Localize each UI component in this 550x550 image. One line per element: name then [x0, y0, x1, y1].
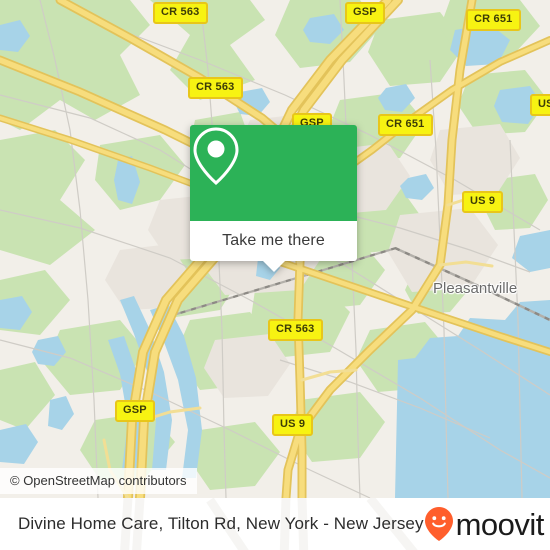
popup-pointer: [262, 261, 285, 272]
bottom-bar-inner: Divine Home Care, Tilton Rd, New York - …: [0, 498, 550, 550]
map-canvas[interactable]: Pleasantville CR 563 GSP CR 651 CR 563 G…: [0, 0, 550, 498]
screenshot-root: Pleasantville CR 563 GSP CR 651 CR 563 G…: [0, 0, 550, 550]
bottom-title-bar: Divine Home Care, Tilton Rd, New York - …: [0, 498, 550, 550]
page-title: Divine Home Care, Tilton Rd, New York - …: [18, 514, 424, 533]
moovit-pin-smiley-icon: [424, 507, 453, 541]
moovit-wordmark: moovit: [455, 506, 545, 542]
popup-cta-area[interactable]: Take me there: [190, 221, 357, 272]
map-pin-icon: [193, 127, 239, 186]
road-shield[interactable]: US 9: [530, 94, 550, 116]
city-label-pleasantville: Pleasantville: [433, 280, 518, 297]
road-shield[interactable]: CR 651: [378, 114, 433, 136]
road-shield[interactable]: GSP: [345, 2, 385, 24]
road-shield[interactable]: US 9: [462, 191, 504, 213]
road-shield[interactable]: CR 563: [188, 77, 243, 99]
road-shield[interactable]: CR 563: [268, 319, 323, 341]
take-me-there-label: Take me there: [222, 232, 325, 249]
road-shield[interactable]: US 9: [272, 414, 314, 436]
road-shield[interactable]: CR 651: [466, 9, 521, 31]
map-attribution[interactable]: © OpenStreetMap contributors: [0, 468, 197, 494]
moovit-logo[interactable]: moovit: [424, 506, 544, 542]
road-shield[interactable]: CR 563: [153, 2, 208, 24]
location-popup-card[interactable]: Take me there: [190, 125, 357, 272]
popup-icon-area: [190, 125, 357, 221]
road-shield[interactable]: GSP: [115, 400, 155, 422]
